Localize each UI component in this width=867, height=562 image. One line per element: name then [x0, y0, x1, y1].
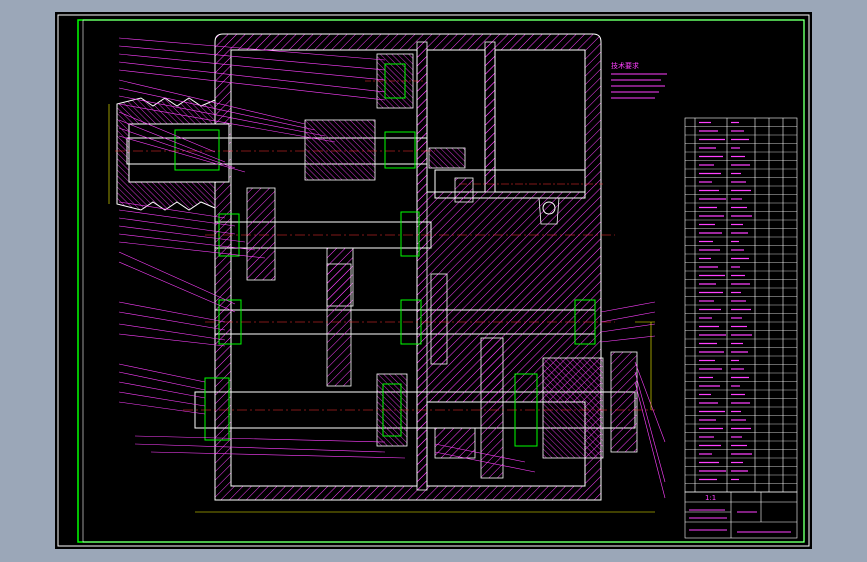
- assembly-drawing: 技术要求 1:1: [57, 14, 810, 547]
- tech-requirements-title: 技术要求: [611, 61, 639, 70]
- title-block-scale: 1:1: [705, 494, 716, 502]
- upper-bearing-assembly: [365, 53, 425, 109]
- v-belt-pulley: [116, 97, 230, 211]
- title-block-scribbles: [689, 509, 791, 533]
- technical-requirements-note: 技术要求: [611, 61, 667, 99]
- cad-viewport[interactable]: 技术要求 1:1: [55, 12, 812, 549]
- parts-list-rows: [685, 121, 797, 484]
- title-block: [684, 491, 798, 539]
